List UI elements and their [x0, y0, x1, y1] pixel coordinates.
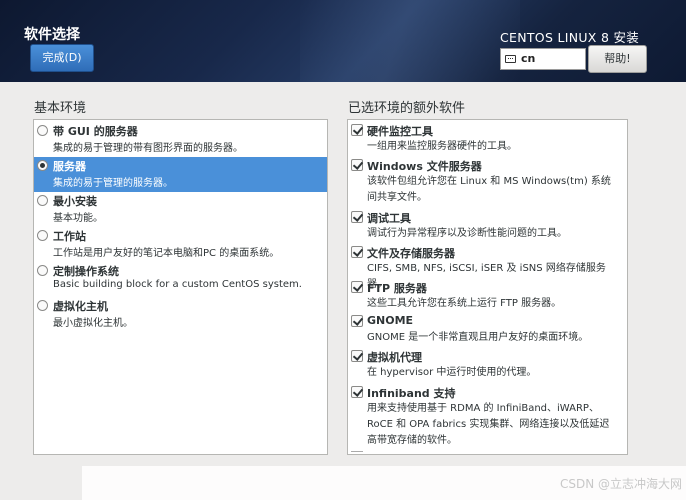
- checkbox-checked[interactable]: [351, 386, 363, 398]
- addon-desc: 用来支持使用基于 RDMA 的 InfiniBand、iWARP、RoCE 和 …: [367, 403, 610, 446]
- checkbox-checked[interactable]: [351, 246, 363, 258]
- checkbox-checked[interactable]: [351, 350, 363, 362]
- keyboard-icon: [505, 55, 516, 63]
- env-item-server[interactable]: 服务器 集成的易于管理的服务器。: [34, 157, 327, 192]
- env-item-custom-os[interactable]: 定制操作系统 Basic building block for a custom…: [34, 262, 327, 297]
- env-title: 工作站: [53, 230, 86, 243]
- addons-list: 硬件监控工具 一组用来监控服务器硬件的工具。 Windows 文件服务器 该软件…: [347, 119, 628, 455]
- watermark-overlay: CSDN @立志冲海大网: [82, 466, 686, 500]
- env-item-workstation[interactable]: 工作站 工作站是用户友好的笔记本电脑和PC 的桌面系统。: [34, 227, 327, 262]
- env-desc: 最小虚拟化主机。: [53, 318, 133, 329]
- addon-desc: GNOME 是一个非常直观且用户友好的桌面环境。: [367, 332, 589, 343]
- addon-title: 文件及存储服务器: [367, 247, 455, 260]
- checkbox-checked[interactable]: [351, 281, 363, 293]
- page-title: 软件选择: [24, 27, 80, 43]
- addon-desc: 一组用来监控服务器硬件的工具。: [367, 141, 517, 152]
- checkbox-checked[interactable]: [351, 124, 363, 136]
- env-title: 定制操作系统: [53, 265, 119, 278]
- addon-title: Windows 文件服务器: [367, 160, 482, 173]
- header-bar: 软件选择 完成(D) CENTOS LINUX 8 安装 cn 帮助!: [0, 0, 686, 82]
- keyboard-layout-indicator[interactable]: cn: [500, 48, 586, 70]
- help-button[interactable]: 帮助!: [588, 45, 647, 73]
- env-title: 带 GUI 的服务器: [53, 125, 138, 138]
- addon-title: 调试工具: [367, 212, 411, 225]
- env-item-virtualization-host[interactable]: 虚拟化主机 最小虚拟化主机。: [34, 297, 327, 332]
- addon-desc: 在 hypervisor 中运行时使用的代理。: [367, 367, 537, 378]
- keyboard-layout-label: cn: [521, 52, 536, 65]
- addon-title: FTP 服务器: [367, 282, 427, 295]
- watermark-text: CSDN @立志冲海大网: [559, 477, 682, 491]
- env-item-minimal[interactable]: 最小安装 基本功能。: [34, 192, 327, 227]
- base-env-list: 带 GUI 的服务器 集成的易于管理的带有图形界面的服务器。 服务器 集成的易于…: [33, 119, 328, 455]
- radio-button[interactable]: [37, 300, 48, 311]
- addon-title: Infiniband 支持: [367, 387, 456, 400]
- product-title: CENTOS LINUX 8 安装: [500, 30, 640, 45]
- done-button[interactable]: 完成(D): [30, 44, 94, 72]
- base-env-heading: 基本环境: [34, 101, 87, 116]
- env-item-server-gui[interactable]: 带 GUI 的服务器 集成的易于管理的带有图形界面的服务器。: [34, 122, 327, 157]
- radio-button[interactable]: [37, 265, 48, 276]
- addons-heading: 已选环境的额外软件: [348, 101, 466, 116]
- radio-button[interactable]: [37, 195, 48, 206]
- addon-title: GNOME: [367, 314, 414, 327]
- checkbox-checked[interactable]: [351, 159, 363, 171]
- addon-desc: 这些工具允许您在系统上运行 FTP 服务器。: [367, 298, 562, 309]
- radio-button[interactable]: [37, 125, 48, 136]
- addon-title: 虚拟机代理: [367, 351, 422, 364]
- env-desc: 工作站是用户友好的笔记本电脑和PC 的桌面系统。: [53, 248, 280, 259]
- env-title: 服务器: [53, 160, 86, 173]
- radio-button[interactable]: [37, 230, 48, 241]
- checkbox-checked[interactable]: [351, 211, 363, 223]
- env-desc: Basic building block for a custom CentOS…: [53, 279, 302, 290]
- env-desc: 集成的易于管理的带有图形界面的服务器。: [53, 143, 243, 154]
- addon-desc: 该软件包组允许您在 Linux 和 MS Windows(tm) 系统间共享文件…: [367, 176, 611, 203]
- checkbox-checked[interactable]: [351, 315, 363, 327]
- next-item-hint: [351, 451, 363, 454]
- env-title: 虚拟化主机: [53, 300, 108, 313]
- env-desc: 基本功能。: [53, 213, 103, 224]
- addon-desc: 调试行为异常程序以及诊断性能问题的工具。: [367, 228, 567, 239]
- env-title: 最小安装: [53, 195, 97, 208]
- env-desc: 集成的易于管理的服务器。: [53, 178, 173, 189]
- addon-title: 硬件监控工具: [367, 125, 433, 138]
- radio-button-selected[interactable]: [37, 160, 48, 171]
